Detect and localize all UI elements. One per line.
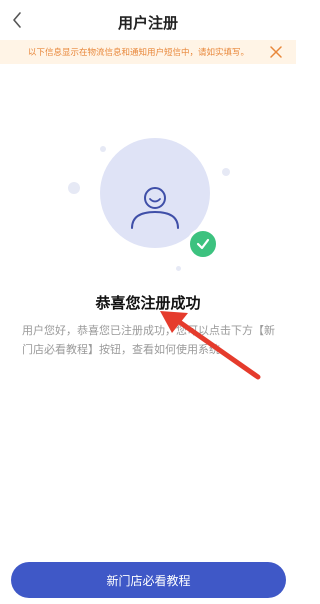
user-icon [131, 187, 179, 229]
notice-text: 以下信息显示在物流信息和通知用户短信中，请如实填写。 [28, 48, 250, 58]
notice-banner: 以下信息显示在物流信息和通知用户短信中，请如实填写。 [0, 40, 296, 64]
check-icon [196, 238, 210, 250]
nav-bar: 用户注册 [0, 0, 296, 40]
decor-dot [100, 146, 106, 152]
page-title: 用户注册 [117, 14, 178, 32]
new-store-tutorial-button[interactable]: 新门店必看教程 [11, 562, 286, 598]
decor-dot [68, 182, 80, 194]
close-icon[interactable] [270, 46, 282, 58]
success-badge [187, 228, 219, 260]
decor-dot [222, 168, 230, 176]
success-illustration [0, 130, 296, 290]
decor-dot [176, 266, 181, 271]
annotation-arrow [160, 311, 261, 380]
